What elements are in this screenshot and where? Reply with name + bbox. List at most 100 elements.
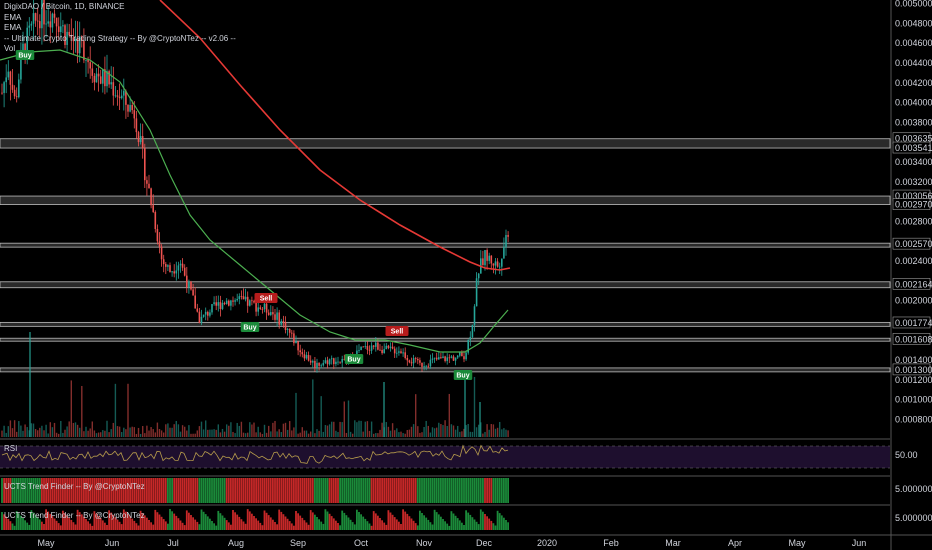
candle-body — [337, 361, 339, 363]
trend-bar-2 — [435, 512, 438, 530]
volume-bar — [324, 424, 327, 437]
trend-bar-2 — [171, 511, 173, 530]
volume-bar — [291, 430, 293, 437]
volume-bar — [95, 433, 98, 437]
volume-bar — [389, 430, 392, 437]
trend-bar — [337, 478, 339, 503]
volume-bar — [505, 429, 507, 437]
trend-bar-2 — [391, 514, 394, 530]
candle-body — [188, 281, 190, 288]
trend-bar-2 — [505, 520, 507, 530]
trend-bar — [169, 478, 171, 503]
candle-body — [328, 359, 331, 365]
volume-bar — [158, 428, 161, 437]
volume-bar — [20, 425, 22, 437]
time-tick-label: Nov — [416, 538, 433, 548]
symbol-title[interactable]: DigixDAO / Bitcoin, 1D, BINANCE — [4, 2, 236, 13]
trend-bar — [366, 478, 369, 503]
candle-body — [498, 266, 501, 268]
candle-body — [183, 267, 186, 276]
trend-bar — [431, 478, 434, 503]
candle-body — [102, 69, 104, 84]
candle-body — [118, 96, 121, 99]
candle-body — [238, 296, 241, 299]
price-chart[interactable]: BuySellBuyBuySellBuy 0.005000000.0048000… — [0, 0, 932, 550]
volume-bar — [446, 425, 448, 437]
trend-bar-2 — [101, 520, 104, 530]
trend-bar — [362, 478, 365, 503]
candle-body — [423, 365, 425, 367]
candle-body — [477, 273, 480, 279]
time-tick-label: Aug — [228, 538, 244, 548]
trend-bar-2 — [393, 517, 396, 530]
rsi-label[interactable]: RSI — [4, 444, 17, 453]
indicator-label-ucts[interactable]: -- Ultimate Crypto Trading Strategy -- B… — [4, 34, 236, 45]
volume-bar — [139, 433, 142, 437]
candle-body — [326, 360, 329, 365]
volume-bar — [301, 427, 303, 437]
candle-body — [339, 361, 341, 363]
trend-bar — [500, 478, 503, 503]
trend-bar-2 — [185, 510, 188, 530]
trend-bar — [488, 478, 491, 503]
price-tick-label: 0.00420000 — [895, 78, 932, 88]
candle-body — [324, 360, 327, 363]
candle-body — [377, 342, 379, 350]
candle-body — [240, 296, 243, 297]
candle-body — [242, 296, 245, 300]
trend-bar-2 — [253, 516, 255, 530]
candle-body — [442, 356, 444, 359]
trend-finder-label-1[interactable]: UCTS Trend Finder -- By @CryptoNTez — [4, 482, 145, 491]
volume-bar — [173, 424, 175, 437]
trend-bar — [477, 478, 480, 503]
candle-body — [200, 316, 203, 324]
volume-bar — [144, 433, 146, 437]
candle-body — [7, 71, 10, 78]
candle-body — [141, 136, 144, 149]
trend-bar-2 — [57, 523, 60, 530]
candle-body — [209, 312, 211, 316]
trend-bar-2 — [479, 509, 482, 530]
volume-bar — [34, 428, 37, 437]
candle-body — [362, 346, 364, 348]
candle-body — [257, 307, 259, 312]
trend-bar-2 — [215, 525, 218, 530]
trend-bar-2 — [320, 521, 323, 530]
volume-bar — [448, 393, 450, 437]
trend-bar-2 — [337, 523, 339, 530]
trend-finder-label-2[interactable]: UCTS Trend Finder -- By @CryptoNTez — [4, 511, 145, 520]
indicator-label-ema-fast[interactable]: EMA — [4, 13, 236, 24]
candle-body — [286, 328, 289, 330]
volume-bar — [171, 427, 173, 437]
trend-bar-2 — [429, 522, 432, 530]
volume-bar — [459, 431, 461, 437]
trend-bar — [490, 478, 493, 503]
trend1-value-label: 5.00000000 — [895, 484, 932, 494]
volume-bar — [49, 422, 51, 437]
candle-body — [316, 362, 318, 368]
candle-body — [297, 341, 299, 351]
volume-bar — [312, 379, 314, 437]
volume-bar — [3, 425, 5, 437]
trend-bar-2 — [332, 518, 335, 530]
candle-body — [406, 357, 409, 361]
volume-bar — [154, 432, 156, 437]
trend-bar-2 — [309, 510, 312, 530]
trend-bar — [400, 478, 402, 503]
candle-body — [440, 357, 442, 359]
candle-body — [175, 270, 178, 274]
volume-bar — [370, 421, 373, 437]
trend-bar-2 — [366, 521, 369, 530]
volume-bar — [53, 422, 56, 437]
volume-bar — [349, 431, 352, 437]
volume-bar — [257, 426, 259, 437]
trend-bar-2 — [356, 509, 358, 530]
trend-bar-2 — [488, 518, 491, 530]
indicator-label-ema-slow[interactable]: EMA — [4, 23, 236, 34]
volume-bar — [142, 426, 144, 437]
indicator-label-volume[interactable]: Vol — [4, 44, 236, 55]
trend-bar — [196, 478, 199, 503]
trend-bar-2 — [43, 524, 45, 530]
candle-body — [446, 357, 448, 362]
trend-bar-2 — [284, 516, 287, 530]
